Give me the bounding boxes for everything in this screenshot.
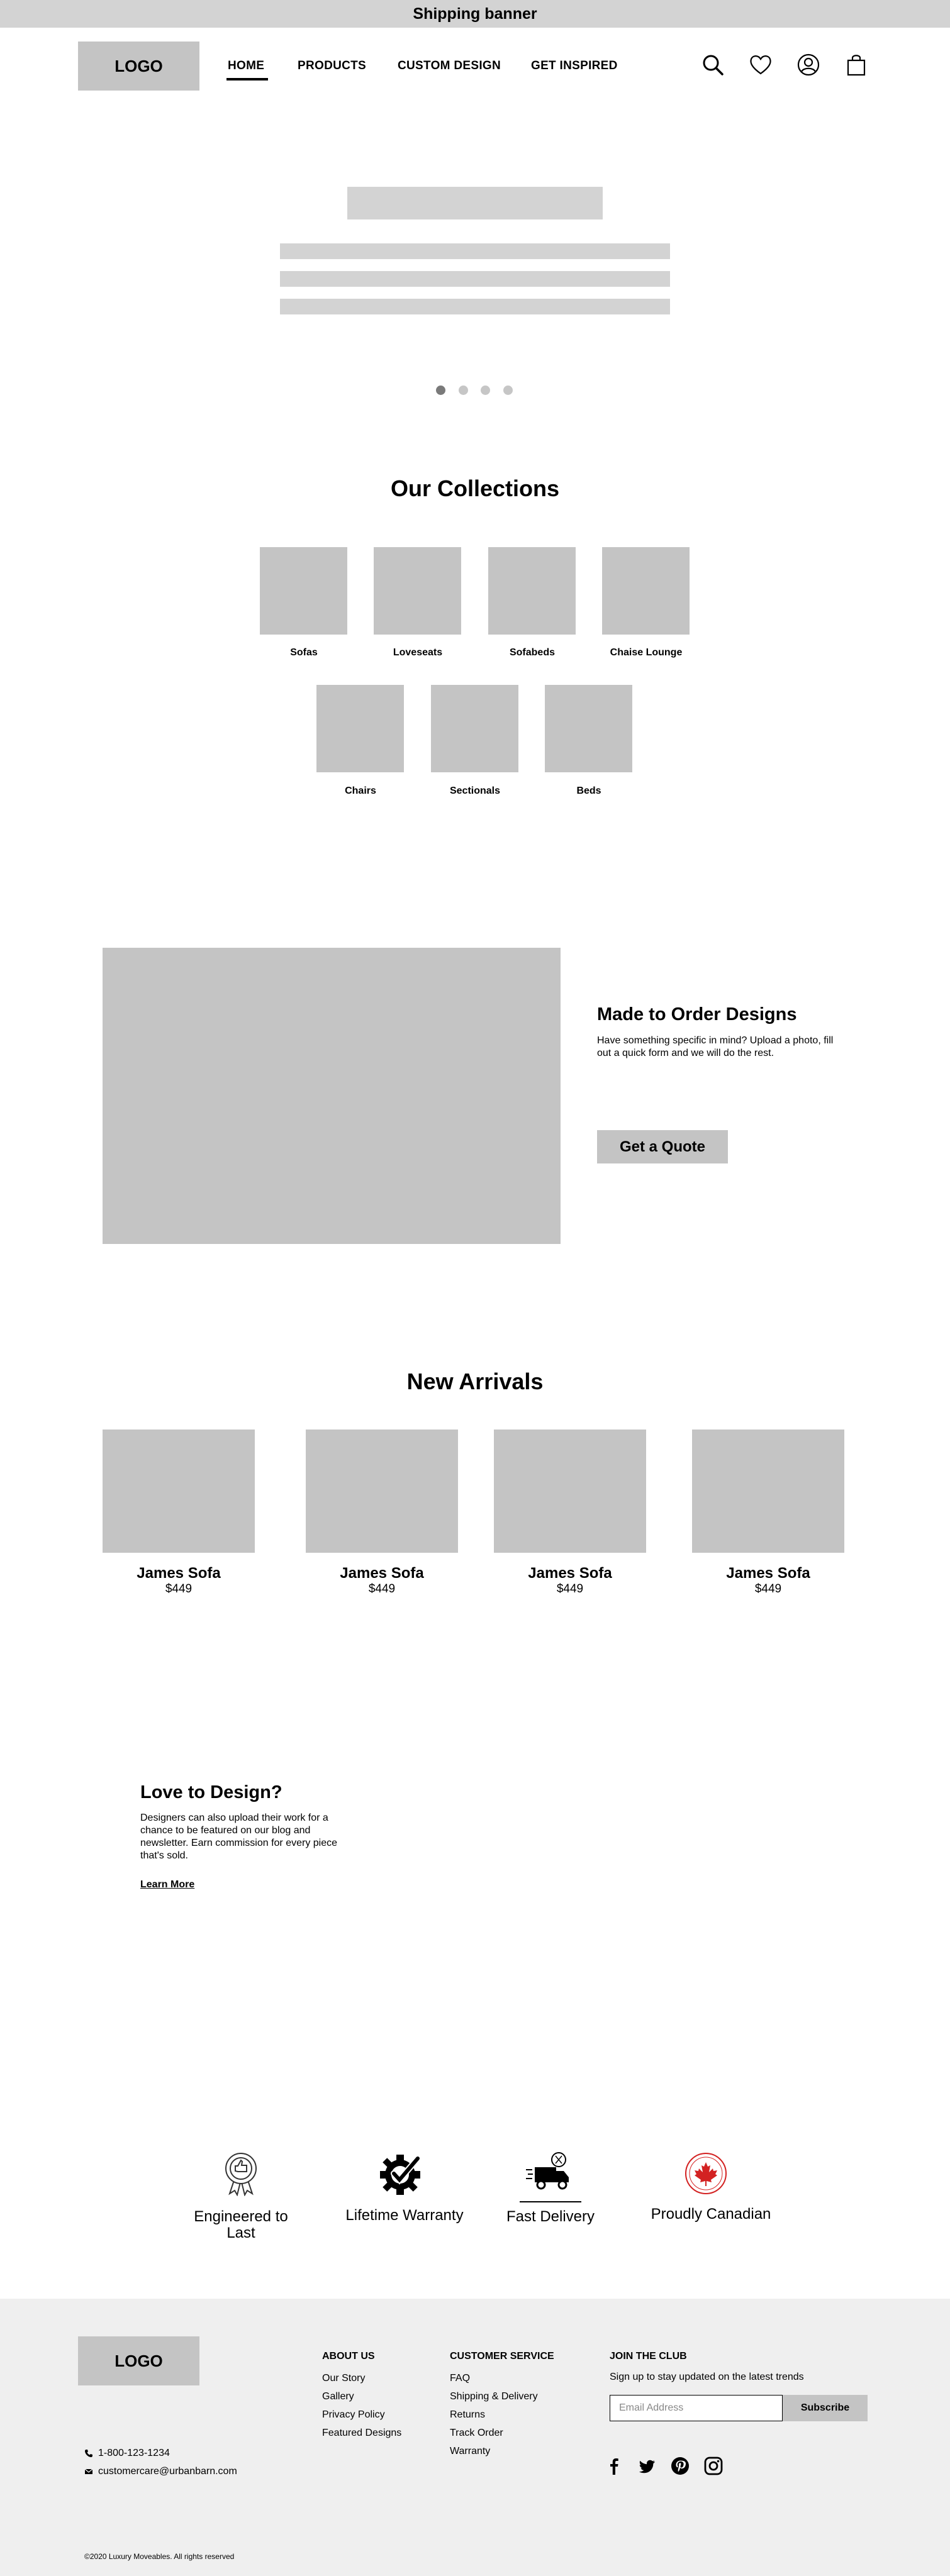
award-ribbon-icon [225,2153,257,2196]
feature-label: Fast Delivery [506,2208,595,2225]
footer-link-our-story[interactable]: Our Story [322,2373,365,2384]
about-heading: ABOUT US [322,2351,375,2362]
heart-icon[interactable] [749,53,773,77]
mail-icon [84,2468,93,2474]
collection-image-sofabeds[interactable] [488,547,576,635]
collection-label-sectionals[interactable]: Sectionals [418,786,532,797]
product-name[interactable]: James Sofa [306,1565,458,1582]
product-price: $449 [556,1582,584,1596]
site-footer: LOGO 1-800-123-1234 customercare@urbanba… [0,2299,950,2576]
shipping-banner-text: Shipping banner [413,4,537,23]
product-image[interactable] [692,1430,844,1553]
product-name[interactable]: James Sofa [103,1565,255,1582]
collection-image-beds[interactable] [545,685,632,772]
contact-phone[interactable]: 1-800-123-1234 [84,2448,170,2459]
customer-service-heading: CUSTOMER SERVICE [450,2351,554,2362]
love-to-design-text: Designers can also upload their work for… [140,1813,338,1861]
made-to-order-text: Have something specific in mind? Upload … [597,1035,834,1058]
feature-label: Proudly Canadian [651,2206,771,2223]
logo[interactable]: LOGO [78,42,199,91]
collections-title: Our Collections [390,475,560,501]
footer-link-featured-designs[interactable]: Featured Designs [322,2428,401,2439]
carousel-dot-2[interactable] [459,386,468,395]
footer-link-returns[interactable]: Returns [450,2409,485,2421]
product-image[interactable] [494,1430,646,1553]
collection-image-sectionals[interactable] [431,685,518,772]
footer-link-shipping-delivery[interactable]: Shipping & Delivery [450,2391,538,2402]
footer-link-warranty[interactable]: Warranty [450,2446,490,2457]
delivery-underline [520,2201,581,2202]
new-arrivals-title: New Arrivals [406,1368,544,1394]
hero-text-placeholder [280,271,670,287]
feature-label: Engineered to Last [194,2208,288,2241]
collection-image-sofas[interactable] [260,547,347,635]
pinterest-icon[interactable] [670,2456,690,2476]
nav-active-indicator [226,78,268,80]
hero-text-placeholder [280,243,670,259]
collection-label-sofas[interactable]: Sofas [247,647,360,658]
subscribe-button[interactable]: Subscribe [783,2395,868,2421]
gear-check-icon [380,2155,421,2195]
footer-link-privacy-policy[interactable]: Privacy Policy [322,2409,385,2421]
carousel-dot-4[interactable] [503,386,513,395]
feature-label: Lifetime Warranty [345,2207,464,2224]
account-icon[interactable] [796,53,820,77]
maple-leaf-icon [685,2153,727,2194]
instagram-icon[interactable] [703,2456,724,2476]
collection-label-chairs[interactable]: Chairs [304,786,417,797]
phone-icon [85,2450,92,2457]
learn-more-link[interactable]: Learn More [140,1879,194,1890]
search-icon[interactable] [701,53,725,77]
nav-custom-design[interactable]: CUSTOM DESIGN [398,59,501,73]
join-club-heading: JOIN THE CLUB [610,2351,687,2362]
facebook-icon[interactable] [604,2456,624,2476]
copyright: ©2020 Luxury Moveables. All rights reser… [84,2552,235,2561]
product-image[interactable] [306,1430,458,1553]
twitter-icon[interactable] [637,2456,657,2476]
join-club-text: Sign up to stay updated on the latest tr… [610,2372,804,2382]
product-name[interactable]: James Sofa [692,1565,844,1582]
collection-image-chairs[interactable] [316,685,404,772]
get-a-quote-button[interactable]: Get a Quote [597,1130,728,1163]
made-to-order-title: Made to Order Designs [597,1004,797,1024]
collection-image-chaise-lounge[interactable] [602,547,690,635]
hero-title-placeholder [347,187,603,219]
collection-label-loveseats[interactable]: Loveseats [361,647,474,658]
collection-label-sofabeds[interactable]: Sofabeds [476,647,589,658]
product-price: $449 [368,1582,396,1596]
product-name[interactable]: James Sofa [494,1565,646,1582]
nav-home[interactable]: HOME [228,59,264,73]
nav-get-inspired[interactable]: GET INSPIRED [531,59,618,73]
love-to-design-title: Love to Design? [140,1782,282,1802]
cart-icon[interactable] [844,53,868,77]
carousel-dot-1[interactable] [436,386,445,395]
shipping-banner: Shipping banner [0,0,950,28]
newsletter-email-input[interactable] [610,2395,783,2421]
product-price: $449 [165,1582,193,1596]
carousel-dot-3[interactable] [481,386,490,395]
site-header: LOGO HOME PRODUCTS CUSTOM DESIGN GET INS… [0,28,950,109]
footer-logo[interactable]: LOGO [78,2336,199,2385]
footer-link-track-order[interactable]: Track Order [450,2428,503,2439]
nav-products[interactable]: PRODUCTS [298,59,366,73]
made-to-order-image [103,948,561,1244]
contact-email[interactable]: customercare@urbanbarn.com [84,2466,237,2477]
product-price: $449 [754,1582,782,1596]
collection-label-chaise-lounge[interactable]: Chaise Lounge [590,647,703,658]
collection-label-beds[interactable]: Beds [532,786,645,797]
hero-text-placeholder [280,299,670,314]
collection-image-loveseats[interactable] [374,547,461,635]
footer-link-gallery[interactable]: Gallery [322,2391,354,2402]
delivery-truck-icon [526,2152,569,2190]
footer-link-faq[interactable]: FAQ [450,2373,470,2384]
product-image[interactable] [103,1430,255,1553]
